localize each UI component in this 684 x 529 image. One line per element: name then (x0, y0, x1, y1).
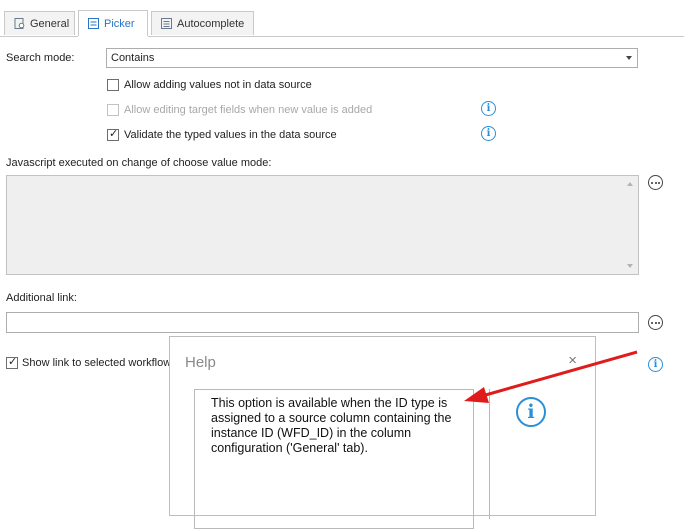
annotation-arrow-icon (464, 350, 638, 403)
